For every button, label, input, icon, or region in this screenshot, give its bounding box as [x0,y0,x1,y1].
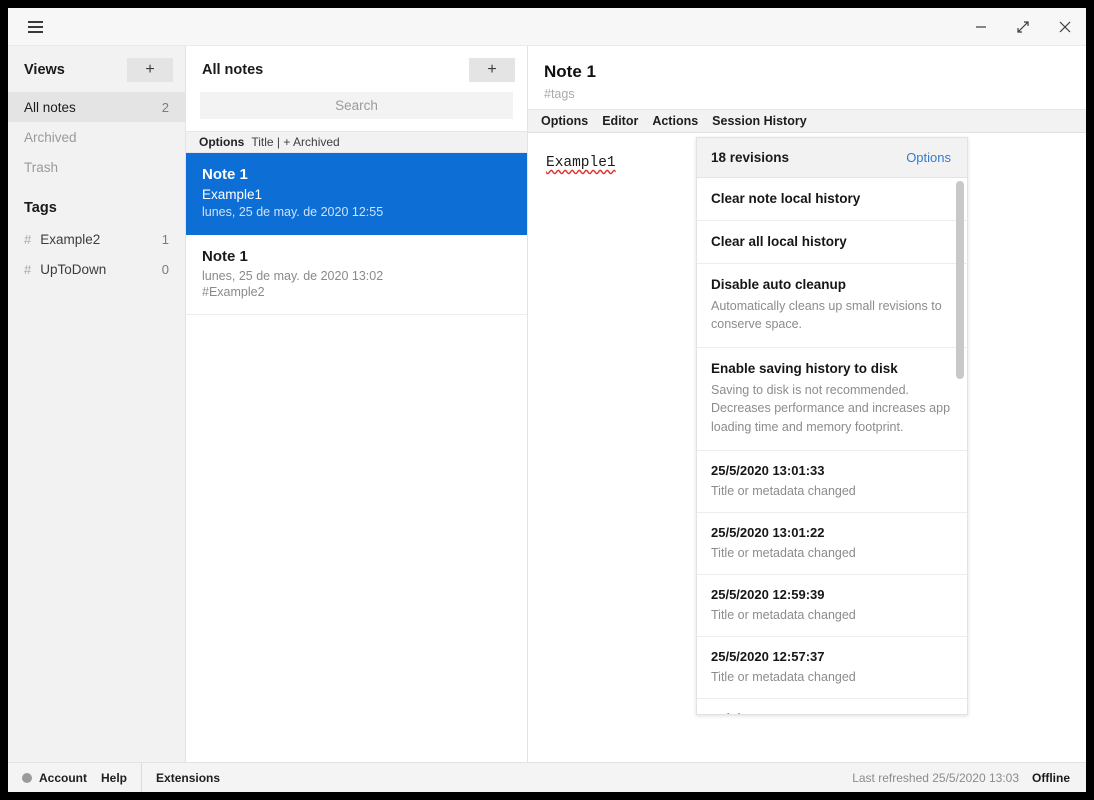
sidebar-item-label: Trash [24,159,59,175]
revision-timestamp: 25/5/2020 12:59:39 [711,586,825,602]
sidebar-item-archived[interactable]: Archived [8,122,185,152]
menu-item-title: Disable auto cleanup [711,277,847,292]
notes-list-empty-area [186,315,527,762]
status-bar-right: Last refreshed 25/5/2020 13:03 Offline [852,771,1086,785]
popover-scroll-area[interactable]: Clear note local history Clear all local… [697,178,967,714]
hash-icon: # [24,231,32,247]
sidebar: Views + All notes 2 Archived Trash Tags … [8,46,186,762]
revision-timestamp: 25/5/2020 13:01:33 [711,462,825,478]
tag-count: 0 [161,261,169,277]
revision-entry[interactable]: 25/5/2020 13:01:22 Title or metadata cha… [697,513,967,575]
menu-item-title: Enable saving history to disk [711,361,898,377]
views-heading: Views [24,62,65,78]
session-history-popover: 18 revisions Options Clear note local hi… [696,137,968,715]
tag-label: Example2 [40,231,101,247]
menu-item-clear-all-local-history[interactable]: Clear all local history [697,221,967,264]
menu-item-description: Saving to disk is not recommended. Decre… [711,383,951,434]
tab-editor[interactable]: Editor [602,114,638,128]
notes-list-header: All notes + [186,46,527,90]
hamburger-menu-icon[interactable] [20,14,50,40]
note-detail-header: Note 1 #tags [528,46,1086,109]
page-title: Note 1 [544,62,596,81]
menu-item-enable-saving-history-to-disk[interactable]: Enable saving history to disk Saving to … [697,348,967,451]
revision-timestamp: 25/5/2020 13:01:22 [711,524,825,540]
editor-content-text[interactable]: Example1 [546,155,616,171]
tag-count: 1 [161,231,169,247]
revision-change: Title or metadata changed [711,545,856,560]
revision-change: Title or metadata changed [711,670,856,684]
account-status-dot-icon [22,772,32,783]
account-button[interactable]: Account [22,771,87,785]
notes-list-title: All notes [202,62,264,78]
extensions-button[interactable]: Extensions [156,771,220,785]
popover-options-link[interactable]: Options [906,150,951,165]
note-list-item-selected[interactable]: Note 1 Example1 lunes, 25 de may. de 202… [186,153,527,235]
tab-session-history[interactable]: Session History [712,114,806,128]
app-window: Views + All notes 2 Archived Trash Tags … [8,8,1086,792]
note-date: lunes, 25 de may. de 2020 13:02 [202,269,384,283]
account-label: Account [39,770,87,785]
revision-entry[interactable]: 25/5/2020 12:57:37 Title or metadata cha… [697,637,967,700]
sort-options-button[interactable]: Options [199,135,244,149]
revision-timestamp: 25/5/2020 12:57:34 [711,711,951,714]
minimize-button[interactable] [960,8,1002,46]
tag-label: UpToDown [40,261,107,277]
close-button[interactable] [1044,8,1086,46]
revision-timestamp: 25/5/2020 12:57:37 [711,649,825,664]
note-title: Note 1 [202,248,248,265]
sidebar-item-label: All notes [24,99,76,115]
sidebar-views-header: Views + [8,52,185,92]
tab-actions[interactable]: Actions [652,114,698,128]
sidebar-item-trash[interactable]: Trash [8,152,185,182]
menu-item-title: Clear all local history [711,234,847,249]
sidebar-item-all-notes[interactable]: All notes 2 [8,92,185,122]
menu-item-disable-auto-cleanup[interactable]: Disable auto cleanup Automatically clean… [697,264,967,349]
sidebar-tag-example2[interactable]: # Example2 1 [8,224,185,254]
note-date: lunes, 25 de may. de 2020 12:55 [202,205,384,219]
hash-icon: # [24,261,32,277]
connection-status-badge[interactable]: Offline [1032,771,1070,785]
window-controls [960,8,1086,45]
sort-mode-label[interactable]: Title | + Archived [251,135,339,149]
revisions-count-label: 18 revisions [711,150,790,165]
add-note-button[interactable]: + [469,58,515,82]
menu-item-clear-note-local-history[interactable]: Clear note local history [697,178,967,221]
note-editor[interactable]: Example1 18 revisions Options Clear note… [528,133,1086,762]
add-view-button[interactable]: + [127,58,173,82]
revision-entry[interactable]: 25/5/2020 12:57:34 Title or metadata cha… [697,699,967,714]
sidebar-item-count: 2 [161,99,169,115]
revision-entry[interactable]: 25/5/2020 13:01:33 Title or metadata cha… [697,451,967,513]
main-body: Views + All notes 2 Archived Trash Tags … [8,46,1086,762]
sort-bar: Options Title | + Archived [186,131,527,153]
search-input[interactable]: Search [200,92,513,119]
last-refreshed-label: Last refreshed 25/5/2020 13:03 [852,770,1019,785]
status-bar: Account Help Extensions Last refreshed 2… [8,762,1086,792]
note-tags-field[interactable]: #tags [544,87,1070,101]
status-bar-group-account: Account Help [8,763,143,792]
title-bar [8,8,1086,46]
sidebar-tag-uptodown[interactable]: # UpToDown 0 [8,254,185,284]
status-bar-group-extensions: Extensions [142,763,234,792]
sidebar-item-label: Archived [24,129,77,145]
note-detail-panel: Note 1 #tags Options Editor Actions Sess… [528,46,1086,762]
status-bar-left: Account Help Extensions [8,763,234,792]
help-button[interactable]: Help [101,771,127,785]
tab-options[interactable]: Options [541,114,588,128]
note-tab-bar: Options Editor Actions Session History [528,109,1086,133]
menu-item-title: Clear note local history [711,191,861,206]
note-list-item[interactable]: Note 1 lunes, 25 de may. de 2020 13:02 #… [186,235,527,315]
note-title: Note 1 [202,166,248,183]
title-bar-left [8,14,50,40]
note-tagline: #Example2 [202,285,265,299]
tags-heading: Tags [24,200,57,216]
revision-entry[interactable]: 25/5/2020 12:59:39 Title or metadata cha… [697,575,967,637]
revision-change: Title or metadata changed [711,483,856,498]
popover-scrollbar-thumb[interactable] [956,181,964,379]
maximize-button[interactable] [1002,8,1044,46]
menu-item-description: Automatically cleans up small revisions … [711,299,942,332]
revision-change: Title or metadata changed [711,607,856,622]
popover-header: 18 revisions Options [697,138,967,178]
note-excerpt: Example1 [202,187,263,202]
notes-list-panel: All notes + Search Options Title | + Arc… [186,46,528,762]
